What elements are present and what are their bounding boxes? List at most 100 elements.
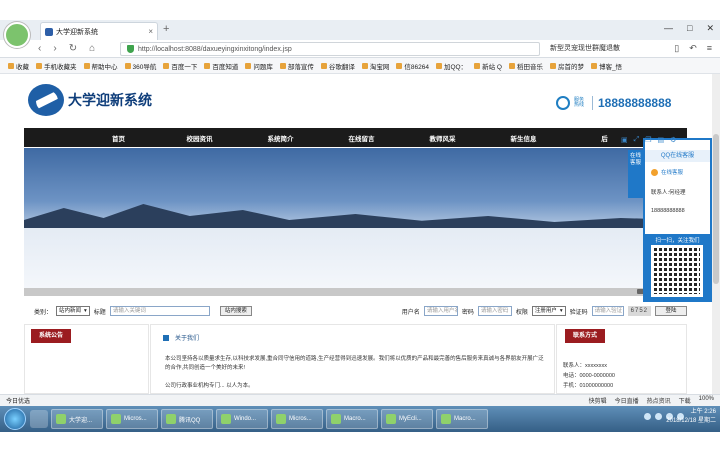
qq-footer: 扫一扫，关注我们 xyxy=(645,234,710,300)
username-input[interactable]: 请输入用户名 xyxy=(423,306,458,316)
bookmark-item[interactable]: 帮助中心 xyxy=(83,61,118,71)
app-icon xyxy=(166,414,176,424)
password-label: 密码 xyxy=(461,309,474,316)
taskbar-item-label: MyEcli... xyxy=(399,416,422,422)
nav-teachers[interactable]: 教师风采 xyxy=(402,133,483,143)
bookmark-item[interactable]: 手机收藏夹 xyxy=(36,61,77,71)
bookmark-item[interactable]: 收藏 xyxy=(8,61,29,71)
role-select[interactable]: 注册用户 ▾ xyxy=(531,306,566,316)
forward-icon[interactable]: › xyxy=(53,43,56,54)
bookmark-item[interactable]: 加QQ： xyxy=(435,61,467,71)
url-field[interactable]: http://localhost:8088/daxueyingxinxitong… xyxy=(120,42,540,56)
bookmark-item[interactable]: 新站 Q xyxy=(474,61,502,71)
captcha-image[interactable]: 6752 xyxy=(627,306,651,316)
menu-icon[interactable]: ≡ xyxy=(707,43,712,54)
bookmark-item[interactable]: 信86264 xyxy=(396,61,429,71)
bookmark-item[interactable]: 部落宣传 xyxy=(279,61,314,71)
type-select-value: 站内新闻 xyxy=(59,308,82,314)
bookmark-label: 谷歌翻译 xyxy=(328,63,355,71)
user-avatar[interactable] xyxy=(4,22,30,48)
type-select[interactable]: 站内新闻 ▾ xyxy=(56,306,90,316)
qq-tools: ▣ ⤢ ❐ ▤ ⚙ xyxy=(621,136,676,144)
username-label: 用户名 xyxy=(401,309,420,316)
reload-icon[interactable]: ↻ xyxy=(69,43,77,54)
bookmark-item[interactable]: 360导航 xyxy=(124,61,156,71)
pinned-app-icon[interactable] xyxy=(30,410,48,428)
bookmark-item[interactable]: 百度一下 xyxy=(163,61,197,71)
bookmark-item[interactable]: 问题库 xyxy=(245,61,273,71)
app-icon xyxy=(221,414,231,424)
nav-campus-news[interactable]: 校园资讯 xyxy=(159,133,240,143)
about-text: 本公司坚持各以质量求生存,以科技求发展,重合同守信用的道路,生产经营得到迅速发展… xyxy=(165,355,545,391)
qq-settings-icon[interactable]: ⚙ xyxy=(670,136,676,144)
banner-sea xyxy=(24,228,687,288)
taskbar-item[interactable]: Micros... xyxy=(106,409,158,429)
bookmark-item[interactable]: 稻田音乐 xyxy=(508,61,543,71)
bookmark-label: 信86264 xyxy=(404,63,429,71)
nav-freshman-info[interactable]: 新生信息 xyxy=(483,133,564,143)
keyword-input[interactable]: 请输入关键词 xyxy=(109,306,210,316)
qq-expand-icon[interactable]: ⤢ xyxy=(634,136,640,144)
qq-service-link[interactable]: 在线客服 xyxy=(651,168,683,176)
about-paragraph-2: 公司行政事业机构专门... 以人为本。 xyxy=(165,383,254,389)
captcha-input[interactable]: 请输入验证 xyxy=(591,306,624,316)
tray-icon[interactable] xyxy=(655,413,662,420)
hotline-number: 18888888888 xyxy=(592,96,671,110)
taskbar-item-label: 腾讯QQ xyxy=(179,417,201,424)
bookmark-item[interactable]: 百度知道 xyxy=(204,61,238,71)
logo-icon xyxy=(28,84,64,116)
page-scrollbar[interactable] xyxy=(712,74,720,394)
status-item[interactable]: 快剪辑 xyxy=(589,396,607,405)
nav-home[interactable]: 首页 xyxy=(78,133,159,143)
maximize-icon[interactable]: □ xyxy=(687,23,692,34)
taskbar-item[interactable]: Macro... xyxy=(436,409,488,429)
bookmark-label: 部落宣传 xyxy=(287,63,314,71)
bookmark-item[interactable]: 博客_悟 xyxy=(590,61,622,71)
qq-copy-icon[interactable]: ❐ xyxy=(645,136,651,144)
taskbar-item[interactable]: Micros... xyxy=(271,409,323,429)
qq-box: ▣ ⤢ ❐ ▤ ⚙ QQ在线客服 在线客服 联系人:何经理 1888888888… xyxy=(621,136,712,302)
bookmark-item[interactable]: 淘宝网 xyxy=(361,61,389,71)
taskbar-item[interactable]: Windo... xyxy=(216,409,268,429)
bookmark-item[interactable]: 房首的梦 xyxy=(549,61,584,71)
taskbar-item[interactable]: 大学迎... xyxy=(51,409,103,429)
login-button[interactable]: 登陆 xyxy=(655,306,687,316)
zoom-level[interactable]: 100% xyxy=(699,396,714,405)
status-left[interactable]: 今日优选 xyxy=(6,396,589,405)
status-item[interactable]: 下载 xyxy=(679,396,691,405)
site-search-button[interactable]: 站内搜索 xyxy=(219,306,252,316)
new-tab-icon[interactable]: + xyxy=(163,23,169,35)
bookmark-icon xyxy=(508,62,515,69)
bookmark-icon xyxy=(474,62,481,69)
browser-tab[interactable]: 大学迎新系统 × xyxy=(40,22,158,40)
home-icon[interactable]: ⌂ xyxy=(89,43,95,54)
start-button[interactable] xyxy=(4,408,26,430)
password-input[interactable]: 请输入密码 xyxy=(477,306,512,316)
browser-search-hint[interactable]: 新型灵宠现世群魔退散 xyxy=(550,43,620,53)
banner-slider-bar xyxy=(24,288,687,296)
nav-system-intro[interactable]: 系统简介 xyxy=(240,133,321,143)
hotline-label: 服务热线 xyxy=(574,97,585,108)
undo-icon[interactable]: ↶ xyxy=(689,43,697,54)
bookmark-item[interactable]: 谷歌翻译 xyxy=(320,61,355,71)
status-item[interactable]: 今日直播 xyxy=(615,396,639,405)
site-logo[interactable]: 大学迎新系统 xyxy=(28,84,152,116)
taskbar-item[interactable]: MyEcli... xyxy=(381,409,433,429)
qq-strip[interactable]: 在线客服 xyxy=(628,150,643,198)
clock[interactable]: 上午 2:26 2018/12/18 星期二 xyxy=(666,408,716,426)
minimize-icon[interactable]: — xyxy=(664,23,673,34)
device-icon[interactable]: ▯ xyxy=(674,43,679,54)
close-window-icon[interactable]: ✕ xyxy=(706,23,714,34)
qq-minimize-icon[interactable]: ▣ xyxy=(621,136,628,144)
about-title[interactable]: 关于我们 xyxy=(175,333,199,342)
bookmark-icon xyxy=(279,62,286,69)
scrollbar-thumb[interactable] xyxy=(713,134,719,284)
tray-icon[interactable] xyxy=(644,413,651,420)
close-tab-icon[interactable]: × xyxy=(148,27,153,36)
qq-print-icon[interactable]: ▤ xyxy=(658,136,665,144)
nav-message[interactable]: 在线留言 xyxy=(321,133,402,143)
taskbar-item[interactable]: 腾讯QQ xyxy=(161,409,213,429)
back-icon[interactable]: ‹ xyxy=(38,43,41,54)
taskbar-item[interactable]: Macro... xyxy=(326,409,378,429)
status-item[interactable]: 热点资讯 xyxy=(647,396,671,405)
